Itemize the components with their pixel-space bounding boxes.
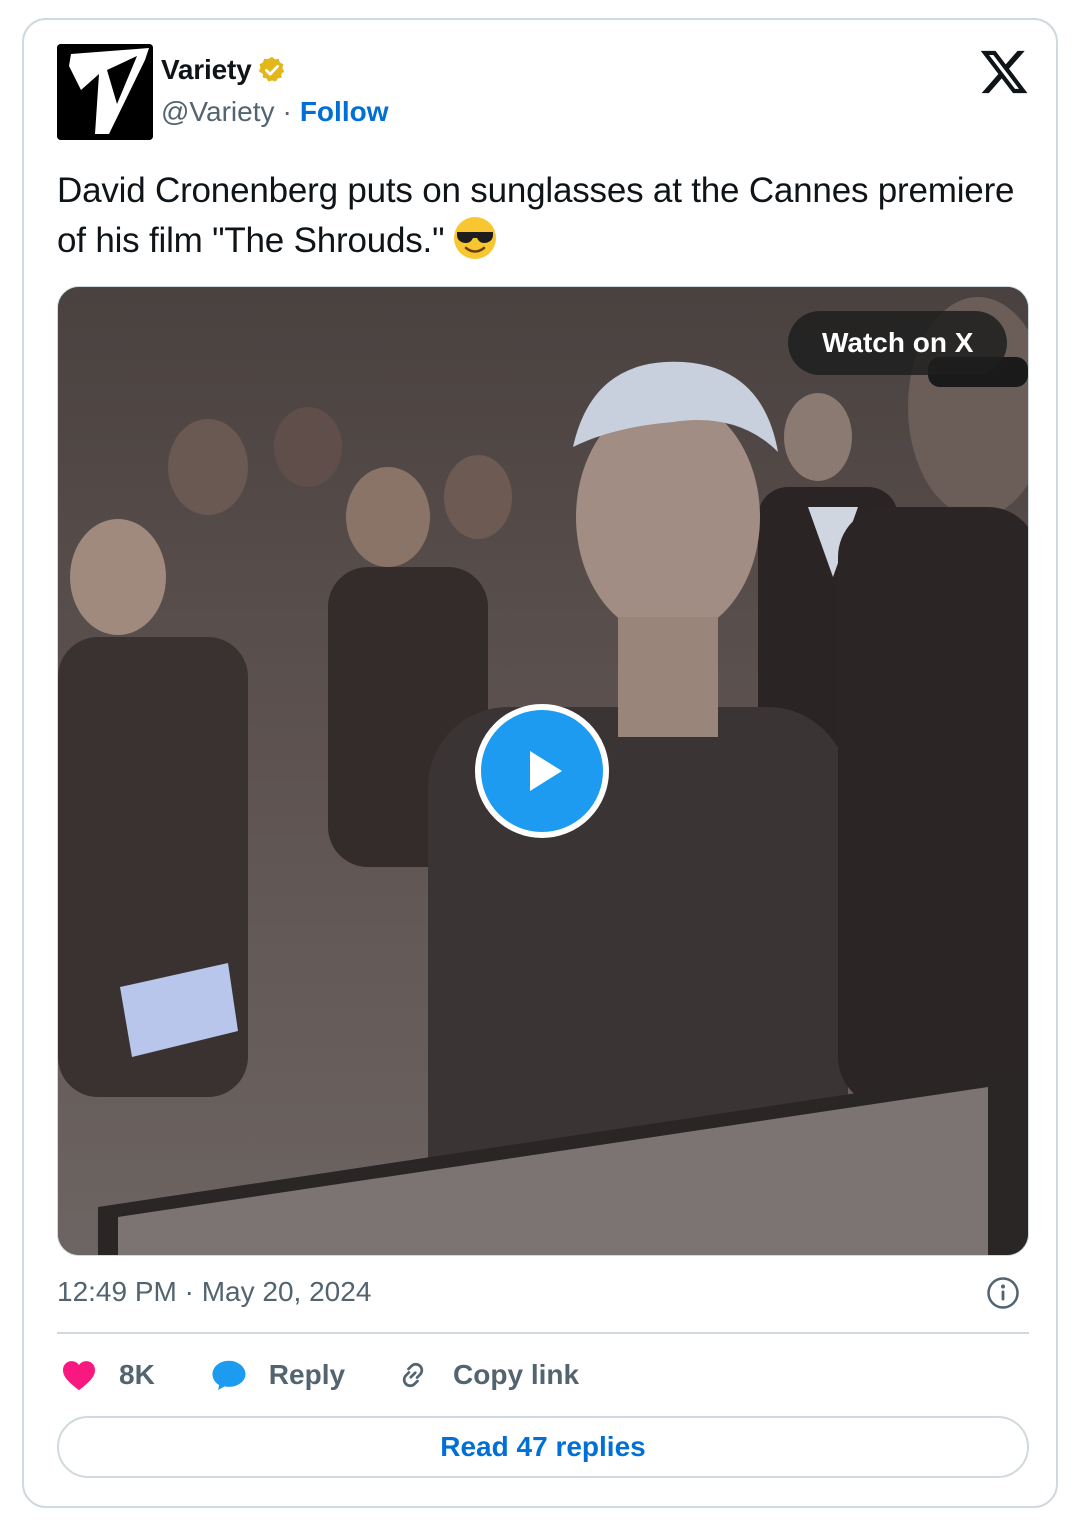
author-name[interactable]: Variety xyxy=(161,54,252,86)
video-thumbnail[interactable]: Watch on X xyxy=(57,286,1029,1256)
reply-label: Reply xyxy=(268,1359,346,1390)
tweet-embed-card: Variety @Variety · Follow David Cronenbe… xyxy=(22,18,1058,1508)
tweet-timestamp[interactable]: 12:49 PM · May 20, 2024 xyxy=(57,1276,371,1308)
author-handle[interactable]: @Variety xyxy=(161,96,275,128)
author-handle-row: @Variety · Follow xyxy=(161,96,388,128)
reply-button[interactable]: Reply xyxy=(211,1358,345,1392)
link-icon xyxy=(402,1362,424,1388)
tweet-text: David Cronenberg puts on sunglasses at t… xyxy=(57,166,1017,265)
gold-verified-badge-icon xyxy=(257,55,287,85)
like-button[interactable]: 8K xyxy=(61,1359,155,1391)
follow-button[interactable]: Follow xyxy=(300,96,389,128)
copy-link-button[interactable]: Copy link xyxy=(395,1357,579,1393)
read-replies-button[interactable]: Read 47 replies xyxy=(57,1416,1029,1478)
speech-bubble-icon xyxy=(212,1360,246,1390)
info-icon[interactable] xyxy=(986,1276,1020,1310)
avatar[interactable] xyxy=(57,44,153,140)
smiling-face-with-sunglasses-icon xyxy=(452,215,498,261)
action-bar: 8K Reply Copy link xyxy=(57,1350,579,1400)
divider xyxy=(57,1332,1029,1334)
author-name-row: Variety xyxy=(161,54,287,86)
play-icon[interactable] xyxy=(475,704,609,838)
tweet-text-content: David Cronenberg puts on sunglasses at t… xyxy=(57,171,1015,260)
heart-icon xyxy=(63,1361,95,1391)
copy-link-label: Copy link xyxy=(453,1359,580,1390)
x-logo-icon[interactable] xyxy=(978,46,1030,98)
separator-dot: · xyxy=(282,96,292,127)
like-count: 8K xyxy=(119,1359,155,1390)
watch-on-x-button[interactable]: Watch on X xyxy=(788,311,1008,375)
